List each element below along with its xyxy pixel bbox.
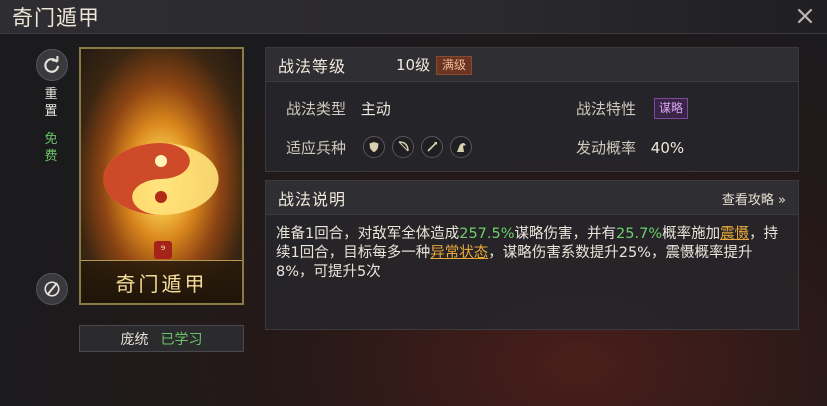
card-name-bar: 奇门遁甲 — [81, 260, 242, 303]
skill-level-value: 10级 — [396, 56, 431, 74]
skill-type-row: 战法类型 主动 — [286, 98, 391, 119]
general-name: 庞统 — [120, 331, 149, 348]
skill-info-panel: 战法等级 10级 满级 战法类型 主动 战法特性 谋略 适应兵种 发动概率 40… — [265, 47, 799, 172]
strategy-toggle-button[interactable] — [36, 273, 68, 305]
abnormal-state-link[interactable]: 异常状态 — [430, 245, 488, 261]
view-guide-link[interactable]: 查看攻略 » — [722, 189, 786, 208]
reset-icon — [44, 56, 59, 73]
troop-label: 适应兵种 — [286, 139, 347, 157]
reset-label: 重置 — [44, 87, 58, 119]
skill-card: ⁹ 奇门遁甲 — [79, 47, 244, 305]
skill-type-value: 主动 — [360, 100, 391, 118]
skill-badge: ⁹ — [154, 241, 172, 259]
close-icon[interactable] — [793, 4, 817, 28]
skill-desc-header: 战法说明 查看攻略 » — [266, 181, 798, 215]
bow-icon — [392, 136, 414, 158]
shield-icon — [363, 136, 385, 158]
skill-trait-label: 战法特性 — [576, 100, 637, 118]
learned-state: 已学习 — [160, 331, 203, 348]
skill-level-title: 战法等级 — [278, 57, 347, 76]
max-level-tag: 满级 — [436, 56, 473, 75]
stun-term-link[interactable]: 震慑 — [720, 226, 749, 242]
skill-trait-tag: 谋略 — [654, 98, 689, 119]
title-bar: 奇门遁甲 — [0, 0, 827, 34]
learned-status: 庞统 已学习 — [79, 325, 244, 352]
skill-level-header: 战法等级 10级 满级 — [266, 48, 798, 82]
skill-desc-title: 战法说明 — [278, 190, 347, 209]
stun-rate: 25.7% — [616, 226, 663, 242]
card-name: 奇门遁甲 — [115, 271, 208, 296]
reset-button[interactable] — [36, 49, 68, 81]
trigger-prob-row: 发动概率 40% — [576, 137, 684, 158]
horse-icon — [450, 136, 472, 158]
troop-row: 适应兵种 — [286, 137, 346, 158]
window-title: 奇门遁甲 — [12, 6, 100, 30]
free-label: 免费 — [44, 132, 58, 164]
slash-circle-icon — [44, 281, 60, 297]
damage-rate: 257.5% — [459, 226, 515, 242]
skill-type-label: 战法类型 — [286, 100, 347, 118]
skill-desc-text: 准备1回合，对敌军全体造成257.5%谋略伤害，并有25.7%概率施加震慑，持续… — [276, 226, 779, 280]
skill-desc-panel: 战法说明 查看攻略 » 准备1回合，对敌军全体造成257.5%谋略伤害，并有25… — [265, 180, 799, 330]
yin-yang-icon — [103, 143, 219, 215]
skill-trait-row: 战法特性 — [576, 98, 636, 119]
trigger-prob-label: 发动概率 — [576, 139, 637, 157]
trigger-prob-value: 40% — [650, 139, 685, 157]
spear-icon — [421, 136, 443, 158]
